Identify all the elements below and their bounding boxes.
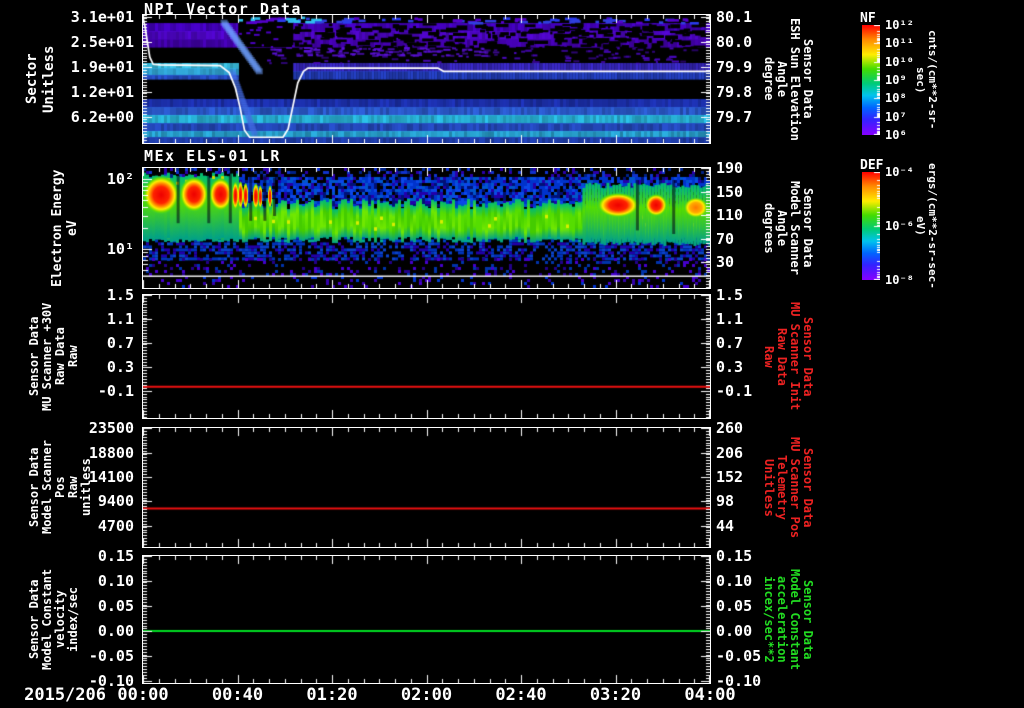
els-panel-title: MEx ELS-01 LR xyxy=(144,147,281,165)
nf-colorbar-title: NF xyxy=(860,11,876,26)
left-axis-tick-label: 2.5e+01 xyxy=(70,33,134,51)
npi-spectrogram-panel xyxy=(142,14,711,144)
mu-scanner-30v-canvas xyxy=(143,295,710,418)
right-axis-tick-label: 206 xyxy=(716,443,744,462)
def-colorbar-title: DEF xyxy=(860,158,884,173)
right-axis-tick-label: -0.1 xyxy=(716,381,753,400)
right-axis-tick-label: 110 xyxy=(716,206,744,225)
left-axis-tick-label: 0.7 xyxy=(106,333,134,352)
left-axis-tick-label: 10² xyxy=(106,170,134,189)
x-axis-time-label: 01:20 xyxy=(306,685,358,705)
left-axis-tick-label: 3.1e+01 xyxy=(70,8,134,27)
colorbar-tick-label: 10⁶ xyxy=(885,128,907,142)
right-axis-tick-label: 0.3 xyxy=(716,357,744,376)
right-axis-tick-label: 152 xyxy=(716,468,744,487)
colorbar-tick-label: 10⁻⁶ xyxy=(885,219,914,233)
right-axis-tick-label: 1.5 xyxy=(716,286,744,304)
colorbar-tick-label: 10⁻⁸ xyxy=(885,273,914,287)
acceleration-right-axis-label: Sensor Data Model Constant acceleration … xyxy=(762,568,815,671)
def-colorbar xyxy=(862,172,880,284)
left-axis-tick-label: 6.2e+00 xyxy=(70,108,134,127)
left-axis-tick-label: 0.05 xyxy=(97,597,134,616)
left-axis-tick-label: 0.10 xyxy=(97,572,134,591)
right-axis-tick-label: 30 xyxy=(716,253,735,272)
left-axis-tick-label: 0.00 xyxy=(97,622,134,641)
x-axis-time-label: 02:00 xyxy=(400,685,453,705)
right-axis-tick-label: 79.8 xyxy=(716,83,753,102)
model-constant-canvas xyxy=(143,556,710,683)
els-spectrogram-canvas xyxy=(143,168,710,288)
model-constant-panel xyxy=(142,555,711,684)
right-axis-tick-label: 80.1 xyxy=(716,8,753,27)
left-axis-tick-label: 14100 xyxy=(88,468,134,487)
left-axis-tick-label: 1.5 xyxy=(106,286,134,304)
colorbar-tick-label: 10¹⁰ xyxy=(885,54,914,69)
nf-colorbar-units: cnts/(cm**2-sr-sec) xyxy=(914,30,939,130)
colorbar-tick-label: 10⁷ xyxy=(885,109,907,124)
right-axis-tick-label: 260 xyxy=(716,419,744,437)
left-axis-tick-label: 9400 xyxy=(97,492,134,511)
x-axis-time-label: 03:20 xyxy=(589,685,642,705)
left-axis-tick-label: 0.15 xyxy=(97,547,134,565)
right-axis-tick-label: 0.15 xyxy=(716,547,753,565)
colorbar-tick-label: 10⁻⁴ xyxy=(885,165,914,179)
scanner-angle-right-axis-label: Sensor Data Model Scanner Angle degrees xyxy=(762,181,815,275)
right-axis-tick-label: 0.10 xyxy=(716,572,753,591)
left-axis-tick-label: 10¹ xyxy=(106,240,134,258)
colorbar-tick-label: 10¹² xyxy=(885,18,914,32)
right-axis-tick-label: 44 xyxy=(716,517,735,536)
left-axis-tick-label: 23500 xyxy=(88,419,134,437)
left-axis-tick-label: -0.10 xyxy=(88,671,134,690)
colorbar-tick-label: 10⁹ xyxy=(885,73,907,87)
right-axis-tick-label: 0.7 xyxy=(716,333,744,352)
right-axis-tick-label: 1.1 xyxy=(716,309,744,328)
model-scanner-pos-panel xyxy=(142,427,711,548)
def-colorbar-gradient xyxy=(862,172,880,280)
x-axis-time-label: 00:40 xyxy=(211,685,264,705)
left-axis-tick-label: 18800 xyxy=(88,443,134,462)
right-axis-tick-label: 150 xyxy=(716,182,744,201)
nf-colorbar-gradient xyxy=(862,25,880,135)
right-axis-tick-label: -0.10 xyxy=(716,671,762,690)
mu-scanner-init-right-axis-label: Sensor Data MU Scanner Init Raw Data Raw xyxy=(762,302,815,411)
x-axis-time-label: 02:40 xyxy=(495,685,547,705)
right-axis-tick-label: -0.05 xyxy=(716,646,762,665)
right-axis-tick-label: 79.9 xyxy=(716,57,753,76)
right-axis-tick-label: 79.7 xyxy=(716,108,753,127)
mu-scanner-pos-right-axis-label: Sensor Data MU Scanner Pos Telemetry Uni… xyxy=(762,436,815,539)
left-axis-tick-label: 4700 xyxy=(97,517,134,536)
els-spectrogram-panel xyxy=(142,167,711,289)
left-axis-tick-label: -0.1 xyxy=(97,381,134,400)
right-axis-tick-label: 0.00 xyxy=(716,622,753,641)
model-scanner-pos-canvas xyxy=(143,428,710,547)
mu-scanner-30v-panel xyxy=(142,294,711,419)
left-axis-tick-label: 0.3 xyxy=(106,357,134,376)
npi-spectrogram-canvas xyxy=(143,15,710,143)
left-axis-tick-label: 1.2e+01 xyxy=(70,83,134,102)
right-axis-tick-label: 70 xyxy=(716,229,735,248)
right-axis-tick-label: 98 xyxy=(716,492,735,511)
left-axis-tick-label: 1.1 xyxy=(106,309,134,328)
sddas-plot-page: { "window": {"background": "#000000", "w… xyxy=(0,0,1024,708)
right-axis-tick-label: 80.0 xyxy=(716,33,753,51)
right-axis-tick-label: 190 xyxy=(716,159,744,177)
nf-colorbar xyxy=(862,25,880,139)
left-axis-tick-label: 1.9e+01 xyxy=(70,57,134,76)
right-axis-tick-label: 0.05 xyxy=(716,597,753,616)
left-axis-tick-label: -0.05 xyxy=(88,646,134,665)
colorbar-tick-label: 10¹¹ xyxy=(885,36,914,51)
def-colorbar-units: ergs/(cm**2-sr-sec-eV) xyxy=(914,163,939,289)
colorbar-tick-label: 10⁸ xyxy=(885,91,907,106)
sun-elevation-right-axis-label: Sensor Data ESH Sun Elevation Angle degr… xyxy=(762,17,815,141)
